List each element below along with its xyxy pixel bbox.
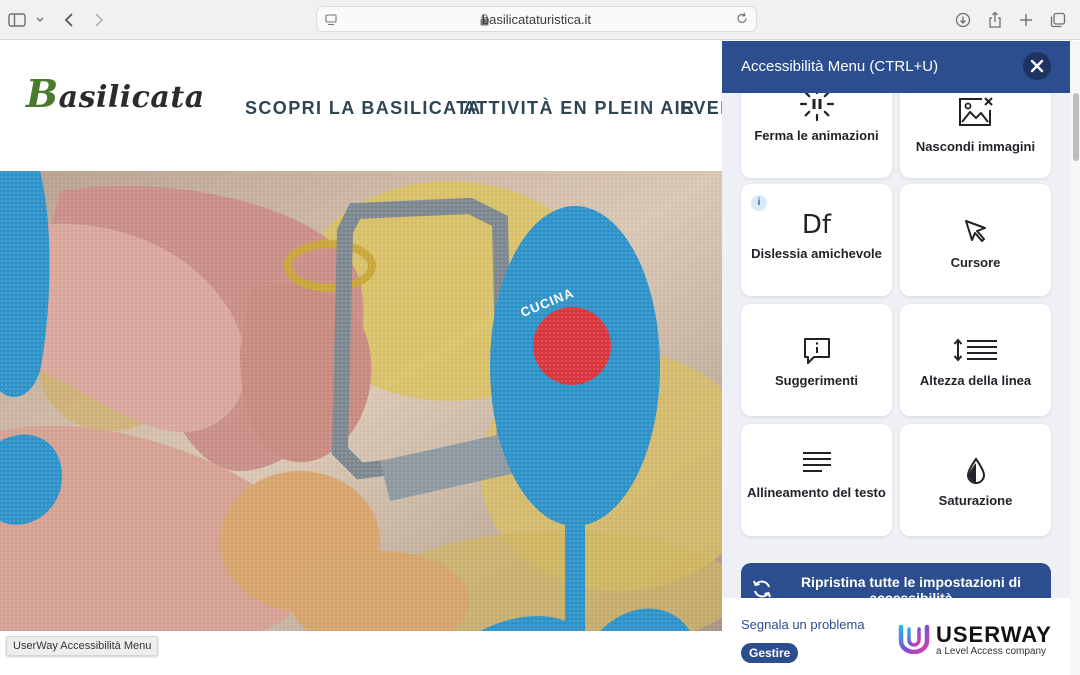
address-url: basilicataturistica.it bbox=[481, 12, 592, 27]
tile-saturation[interactable]: Saturazione bbox=[900, 424, 1051, 536]
manage-button[interactable]: Gestire bbox=[741, 643, 799, 663]
tile-label: Saturazione bbox=[938, 493, 1013, 508]
back-icon[interactable] bbox=[59, 10, 79, 30]
userway-brand[interactable]: USERWAY bbox=[936, 622, 1052, 648]
address-bar[interactable]: basilicataturistica.it bbox=[316, 6, 757, 32]
chevron-down-icon[interactable] bbox=[30, 10, 50, 30]
close-button[interactable] bbox=[1023, 52, 1051, 80]
tile-stop-animations[interactable]: Ferma le animazioni bbox=[741, 93, 892, 178]
tile-label: Suggerimenti bbox=[774, 373, 859, 388]
site-logo[interactable]: Basilicata bbox=[26, 71, 205, 116]
nav-item-scopri[interactable]: SCOPRI LA BASILICATA bbox=[245, 98, 482, 119]
hero-image: CUCINA bbox=[0, 171, 722, 631]
cursor-icon bbox=[900, 218, 1051, 244]
info-badge[interactable]: i bbox=[751, 195, 767, 211]
browser-toolbar: basilicataturistica.it bbox=[0, 0, 1080, 40]
tile-label: Dislessia amichevole bbox=[751, 246, 882, 261]
text-align-icon bbox=[741, 451, 892, 475]
forward-icon[interactable] bbox=[89, 10, 109, 30]
tile-label: Ferma le animazioni bbox=[754, 128, 879, 143]
tile-tooltips[interactable]: Suggerimenti bbox=[741, 304, 892, 416]
reset-settings-button[interactable]: Ripristina tutte le impostazioni di acce… bbox=[741, 563, 1051, 598]
panel-body: Ferma le animazioni Nascondi immagini i … bbox=[722, 93, 1070, 598]
tile-label: Allineamento del testo bbox=[747, 485, 886, 500]
report-problem-link[interactable]: Segnala un problema bbox=[741, 617, 865, 632]
logo-text: asilicata bbox=[58, 80, 205, 115]
tile-label: Cursore bbox=[950, 255, 1001, 270]
panel-scrollbar-thumb[interactable] bbox=[1073, 93, 1079, 161]
new-tab-icon[interactable] bbox=[1016, 10, 1036, 30]
halftone-overlay bbox=[0, 171, 722, 631]
panel-header: Accessibilità Menu (CTRL+U) bbox=[722, 41, 1070, 93]
download-icon[interactable] bbox=[953, 10, 973, 30]
panel-title: Accessibilità Menu (CTRL+U) bbox=[741, 58, 939, 75]
reload-icon[interactable] bbox=[736, 12, 748, 30]
reset-icon bbox=[751, 578, 773, 598]
share-icon[interactable] bbox=[985, 10, 1005, 30]
tabs-overview-icon[interactable] bbox=[1048, 10, 1068, 30]
userway-tagline: a Level Access company bbox=[936, 646, 1047, 657]
tile-cursor[interactable]: Cursore bbox=[900, 184, 1051, 296]
saturation-drop-icon bbox=[900, 457, 1051, 485]
pause-animation-icon bbox=[741, 93, 892, 122]
tile-dyslexia-friendly[interactable]: i Df Dislessia amichevole bbox=[741, 184, 892, 296]
dyslexia-df-icon: Df bbox=[801, 210, 832, 240]
userway-tooltip: UserWay Accessibilità Menu bbox=[6, 636, 159, 656]
nav-item-attivita[interactable]: ATTIVITÀ EN PLEIN AIR bbox=[463, 98, 695, 119]
reset-label: Ripristina tutte le impostazioni di acce… bbox=[800, 574, 1022, 598]
hide-images-icon bbox=[900, 96, 1051, 128]
close-icon bbox=[1030, 59, 1044, 73]
tile-line-height[interactable]: Altezza della linea bbox=[900, 304, 1051, 416]
tooltip-icon bbox=[741, 336, 892, 366]
logo-initial: B bbox=[26, 71, 59, 116]
sidebar-icon[interactable] bbox=[7, 10, 27, 30]
tile-text-align[interactable]: Allineamento del testo bbox=[741, 424, 892, 536]
line-height-icon bbox=[900, 337, 1051, 363]
panel-footer: Segnala un problema Gestire USERWAY a Le… bbox=[722, 598, 1070, 675]
userway-logo-icon[interactable] bbox=[898, 624, 930, 659]
accessibility-panel: Accessibilità Menu (CTRL+U) Ferma le ani… bbox=[722, 41, 1080, 675]
tile-hide-images[interactable]: Nascondi immagini bbox=[900, 93, 1051, 178]
tile-label: Altezza della linea bbox=[919, 373, 1032, 388]
tile-label: Nascondi immagini bbox=[915, 139, 1036, 154]
